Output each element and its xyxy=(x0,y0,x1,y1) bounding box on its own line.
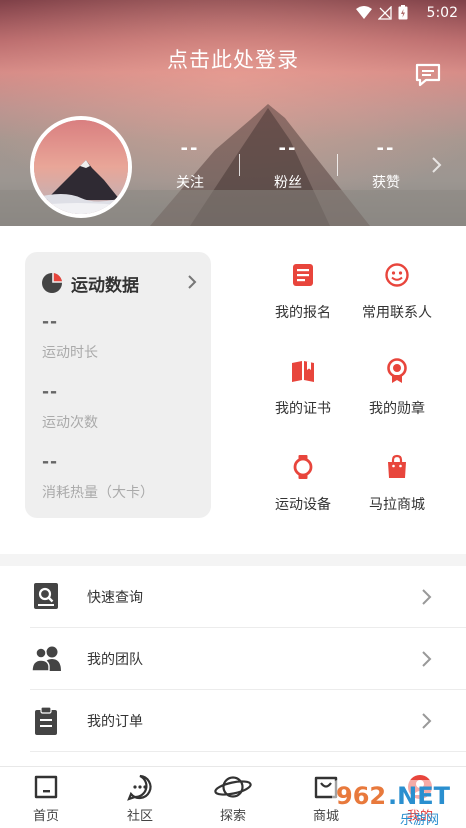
contacts-icon xyxy=(385,263,409,287)
search-icon xyxy=(34,583,58,609)
stat-following[interactable]: -- 关注 xyxy=(142,138,238,192)
grid-item-certificate[interactable]: 我的证书 xyxy=(253,358,353,418)
planet-icon xyxy=(214,776,252,798)
tab-label: 首页 xyxy=(32,809,59,824)
stats-bar: -- 关注 -- 粉丝 -- 获赞 xyxy=(142,138,442,198)
chevron-right-icon xyxy=(422,589,432,605)
battery-icon xyxy=(398,5,408,20)
stat-following-label: 关注 xyxy=(176,175,204,191)
pie-chart-icon xyxy=(42,273,62,293)
chevron-right-icon xyxy=(422,713,432,729)
metric-duration-label: 运动时长 xyxy=(42,345,98,361)
grid-item-contacts[interactable]: 常用联系人 xyxy=(347,262,447,322)
team-icon xyxy=(32,646,61,672)
stat-followers-value: -- xyxy=(278,138,298,159)
grid-item-label: 我的报名 xyxy=(275,305,331,321)
svg-text:乐游网: 乐游网 xyxy=(400,813,439,828)
sport-data-card[interactable]: 运动数据 -- 运动时长 -- 运动次数 -- 消耗热量（大卡） xyxy=(25,252,211,518)
metric-calories: -- 消耗热量（大卡） xyxy=(42,452,154,502)
metric-calories-value: -- xyxy=(42,452,59,472)
list-item-my-orders[interactable]: 我的订单 xyxy=(0,690,466,752)
list-item-label: 我的团队 xyxy=(87,652,143,668)
stat-following-value: -- xyxy=(180,138,200,159)
status-icons xyxy=(356,5,408,20)
tab-label: 社区 xyxy=(126,809,153,824)
stat-followers[interactable]: -- 粉丝 xyxy=(240,138,336,192)
tab-explore[interactable]: 探索 xyxy=(193,773,273,824)
svg-text:962: 962 xyxy=(336,782,386,810)
section-divider xyxy=(0,554,466,566)
list-item-label: 我的订单 xyxy=(87,714,143,730)
stat-likes[interactable]: -- 获赞 xyxy=(338,138,434,192)
medal-icon xyxy=(387,358,407,383)
sport-data-header[interactable]: 运动数据 xyxy=(41,268,201,298)
avatar[interactable] xyxy=(30,116,132,218)
watch-icon xyxy=(293,455,313,479)
avatar-mountain-image xyxy=(34,120,128,214)
login-prompt[interactable]: 点击此处登录 xyxy=(0,44,466,74)
home-icon xyxy=(34,775,58,799)
no-signal-icon xyxy=(378,5,392,20)
grid-item-label: 我的证书 xyxy=(275,401,331,417)
list-item-my-team[interactable]: 我的团队 xyxy=(0,628,466,690)
sport-data-title: 运动数据 xyxy=(71,275,139,296)
grid-item-device[interactable]: 运动设备 xyxy=(253,454,353,514)
grid-item-label: 运动设备 xyxy=(275,497,331,513)
tab-home[interactable]: 首页 xyxy=(6,773,86,824)
chevron-right-icon[interactable] xyxy=(430,156,442,174)
metric-count-label: 运动次数 xyxy=(42,415,98,431)
tab-label: 探索 xyxy=(219,809,246,824)
stat-likes-value: -- xyxy=(376,138,396,159)
metric-calories-label: 消耗热量（大卡） xyxy=(42,485,154,501)
metric-count-value: -- xyxy=(42,382,59,402)
grid-item-medal[interactable]: 我的勋章 xyxy=(347,358,447,418)
list-divider xyxy=(30,751,466,752)
grid-item-label: 我的勋章 xyxy=(369,401,425,417)
stat-followers-label: 粉丝 xyxy=(274,175,302,191)
order-icon xyxy=(35,706,57,735)
list-item-label: 快速查询 xyxy=(87,590,143,606)
chevron-right-icon xyxy=(188,275,197,289)
watermark-logo: 962 .NET 乐游网 xyxy=(332,780,464,828)
stat-likes-label: 获赞 xyxy=(372,175,400,191)
metric-count: -- 运动次数 xyxy=(42,382,98,432)
certificate-icon xyxy=(292,361,314,382)
wifi-icon xyxy=(356,5,372,19)
status-time: 5:02 xyxy=(426,5,458,21)
shopping-bag-icon xyxy=(388,454,406,478)
svg-text:.NET: .NET xyxy=(388,782,451,810)
function-grid: 我的报名 常用联系人 我的证书 我的勋章 运动设备 马拉商城 xyxy=(250,258,456,520)
status-bar: 5:02 xyxy=(0,0,466,28)
chevron-right-icon xyxy=(422,651,432,667)
grid-item-registration[interactable]: 我的报名 xyxy=(253,262,353,322)
message-icon[interactable] xyxy=(414,62,442,88)
chat-icon xyxy=(127,774,152,801)
tab-community[interactable]: 社区 xyxy=(100,773,180,824)
registration-icon xyxy=(293,264,313,286)
profile-header: 5:02 点击此处登录 -- 关注 -- 粉丝 -- 获赞 xyxy=(0,0,466,226)
list-item-quick-query[interactable]: 快速查询 xyxy=(0,566,466,628)
metric-duration: -- 运动时长 xyxy=(42,312,98,362)
grid-item-label: 常用联系人 xyxy=(362,305,432,321)
grid-item-mall[interactable]: 马拉商城 xyxy=(347,454,447,514)
grid-item-label: 马拉商城 xyxy=(369,497,425,513)
metric-duration-value: -- xyxy=(42,312,59,332)
